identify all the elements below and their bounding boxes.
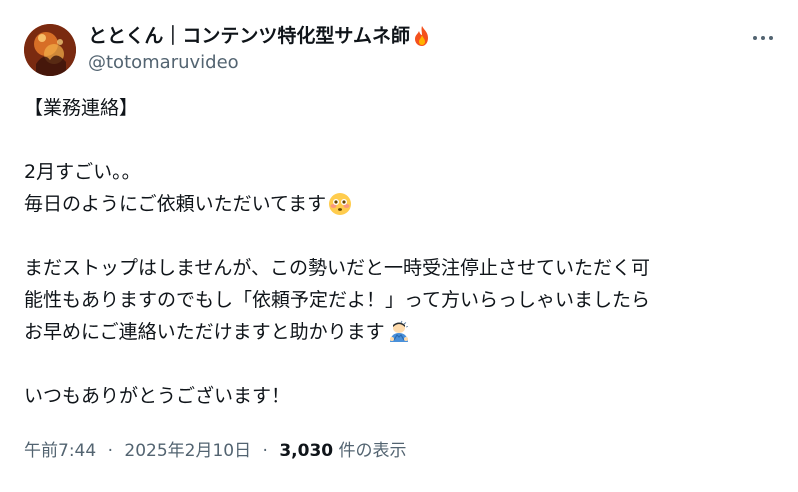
fire-icon — [415, 26, 429, 46]
post-date: 2025年2月10日 — [124, 441, 252, 461]
person-bowing-icon — [389, 320, 408, 342]
display-name-text: ととくん｜コンテンツ特化型サムネ師 — [88, 25, 411, 47]
tweet-text: 【業務連絡】 2月すごい。。 毎日のようにご依頼いただいてます まだストップはし… — [24, 92, 784, 412]
display-name[interactable]: ととくん｜コンテンツ特化型サムネ師 — [88, 22, 432, 50]
views-link[interactable]: 3,030 件の表示 — [279, 441, 406, 461]
text-line: まだストップはしませんが、この勢いだと一時受注停止させていただく可 — [24, 257, 651, 279]
text-segment: お早めにご連絡いただけますと助かります — [24, 321, 385, 343]
user-handle[interactable]: @totomaruvideo — [88, 50, 432, 76]
tweet-card: ととくん｜コンテンツ特化型サムネ師 @totomaruvideo 【業務連絡】 … — [0, 0, 798, 492]
timestamp-link[interactable]: 午前7:44 · 2025年2月10日 — [24, 441, 257, 461]
avatar-image — [24, 24, 76, 76]
text-line: 能性もありますのでもし「依頼予定だよ！」って方いらっしゃいましたら — [24, 289, 651, 311]
post-time: 午前7:44 — [24, 441, 97, 461]
views-count: 3,030 — [279, 441, 334, 461]
text-line: いつもありがとうございます！ — [24, 385, 291, 407]
separator-dot: · — [262, 441, 268, 461]
text-line: 【業務連絡】 — [24, 97, 139, 119]
separator-dot: · — [107, 441, 113, 461]
text-line: お早めにご連絡いただけますと助かります — [24, 316, 784, 348]
text-line: 毎日のようにご依頼いただいてます — [24, 188, 784, 220]
text-segment: 毎日のようにご依頼いただいてます — [24, 193, 327, 215]
flushed-face-icon — [329, 193, 352, 215]
avatar[interactable] — [24, 24, 76, 76]
more-horizontal-icon — [753, 36, 773, 40]
views-label: 件の表示 — [338, 441, 407, 461]
tweet-meta: 午前7:44 · 2025年2月10日 · 3,030 件の表示 — [24, 438, 407, 464]
text-line: 2月すごい。。 — [24, 161, 141, 183]
tweet-header: ととくん｜コンテンツ特化型サムネ師 @totomaruvideo — [88, 22, 432, 76]
more-options-button[interactable] — [746, 26, 780, 50]
